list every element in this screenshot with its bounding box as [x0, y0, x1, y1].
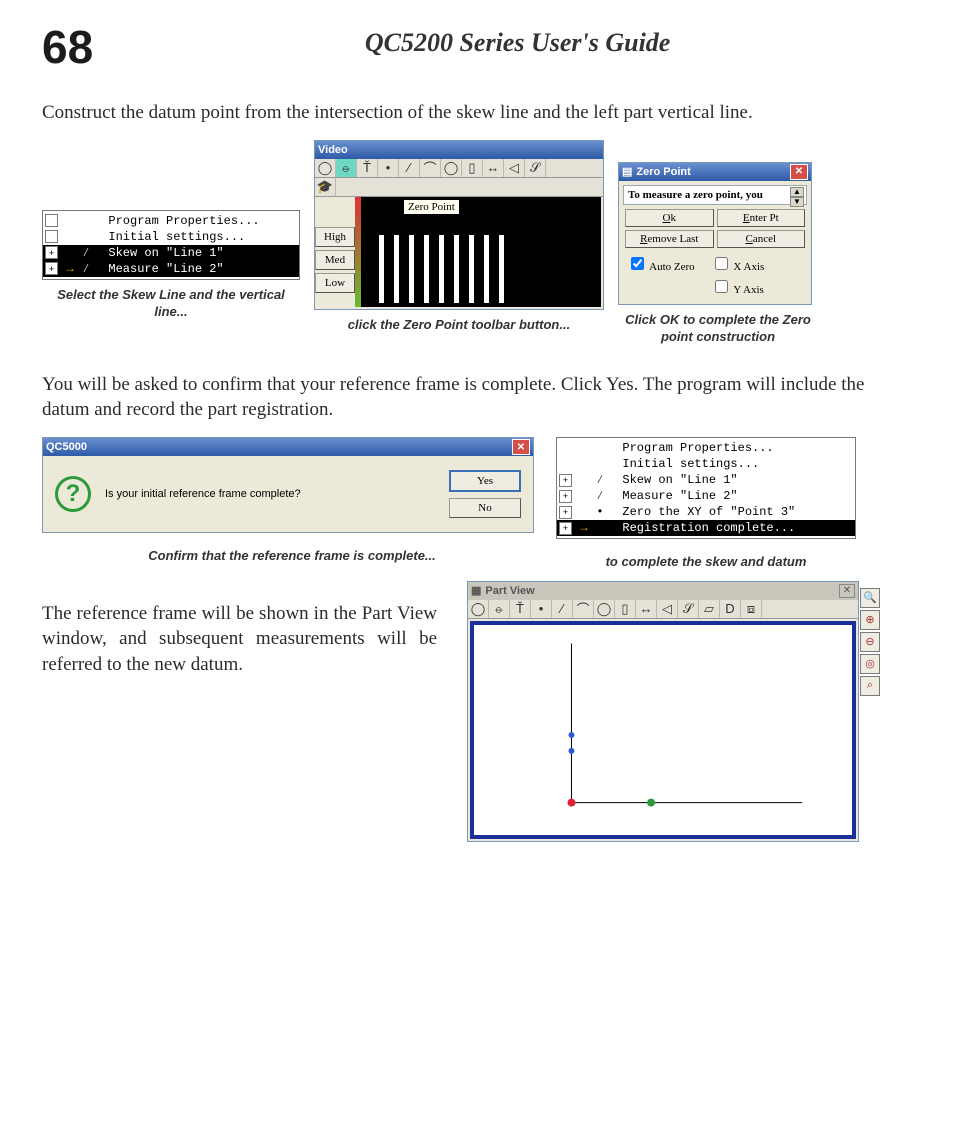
tool-dist-icon[interactable]: ↔	[636, 600, 657, 618]
page-number: 68	[42, 20, 93, 74]
tool-line-icon[interactable]: ∕	[399, 159, 420, 177]
zoom-fit-icon[interactable]: 🔍	[860, 588, 880, 608]
mag-low-button[interactable]: Low	[315, 273, 355, 293]
tree-row[interactable]: Program Properties...	[43, 213, 299, 229]
tool-tee-icon[interactable]: Ť	[510, 600, 531, 618]
tree-row[interactable]: Initial settings...	[557, 456, 855, 472]
ruler-icon	[355, 197, 361, 307]
pv-title: Part View	[485, 585, 534, 597]
tool-line-icon[interactable]: ∕	[552, 600, 573, 618]
spin-down-icon[interactable]: ▼	[790, 197, 804, 207]
caption-5: to complete the skew and datum	[556, 553, 856, 571]
zoom-all-icon[interactable]: ⌕	[860, 676, 880, 696]
program-tree-2[interactable]: Program Properties... Initial settings..…	[556, 437, 856, 539]
tree-row[interactable]: + ∕ Measure "Line 2"	[557, 488, 855, 504]
zp-title: Zero Point	[636, 166, 690, 178]
tool-tee-icon[interactable]: Ť	[357, 159, 378, 177]
tool-point-icon[interactable]: •	[531, 600, 552, 618]
yes-button[interactable]: Yes	[449, 470, 521, 492]
close-icon[interactable]: ✕	[512, 439, 530, 455]
tool-zeropoint-icon[interactable]: ⦵	[336, 159, 357, 177]
caption-1: Select the Skew Line and the vertical li…	[42, 286, 300, 321]
cancel-button[interactable]: Cancel	[717, 230, 806, 248]
video-view[interactable]: High Med Low Zero Point	[355, 197, 601, 307]
mag-high-button[interactable]: High	[315, 227, 355, 247]
close-icon[interactable]: ✕	[790, 164, 808, 180]
tree-row[interactable]: Program Properties...	[557, 440, 855, 456]
grad-cap-icon[interactable]: 🎓	[315, 178, 336, 196]
tool-link-icon[interactable]: 𝒮	[678, 600, 699, 618]
enterpt-button[interactable]: Enter Pt	[717, 209, 806, 227]
zp-hint: To measure a zero point, you ▲▼	[623, 185, 807, 205]
tool-pv-icon[interactable]: ⧈	[741, 600, 762, 618]
tool-d-icon[interactable]: D	[720, 600, 741, 618]
confirm-message: Is your initial reference frame complete…	[105, 488, 301, 500]
zeropoint-dialog: ▤Zero Point ✕ To measure a zero point, y…	[618, 162, 812, 305]
pv-toolbar[interactable]: ◯ ⦵ Ť • ∕ ⌒ ◯ ▯ ↔ ◁ 𝒮 ▱ D ⧈	[468, 600, 858, 619]
paragraph-2: You will be asked to confirm that your r…	[42, 372, 912, 423]
tool-zeropoint-icon[interactable]: ⦵	[489, 600, 510, 618]
tree-row[interactable]: +→∕ Measure "Line 2"	[43, 261, 299, 277]
removelast-button[interactable]: Remove Last	[625, 230, 714, 248]
tree-row[interactable]: Initial settings...	[43, 229, 299, 245]
tool-arc-icon[interactable]: ⌒	[420, 159, 441, 177]
tool-circle-icon[interactable]: ◯	[441, 159, 462, 177]
partview-window: ▦Part View ✕ ◯ ⦵ Ť • ∕ ⌒ ◯ ▯ ↔ ◁ 𝒮 ▱ D ⧈	[467, 581, 859, 842]
question-icon: ?	[55, 476, 91, 512]
autozero-checkbox[interactable]: Auto Zero	[627, 254, 695, 273]
caption-3: Click OK to complete the Zero point cons…	[618, 311, 818, 346]
zoom-sel-icon[interactable]: ◎	[860, 654, 880, 674]
paragraph-1: Construct the datum point from the inter…	[42, 100, 912, 126]
spin-up-icon[interactable]: ▲	[790, 187, 804, 197]
mag-med-button[interactable]: Med	[315, 250, 355, 270]
tool-circle-icon[interactable]: ◯	[594, 600, 615, 618]
program-tree-1[interactable]: Program Properties... Initial settings..…	[42, 210, 300, 280]
ok-button[interactable]: Ok	[625, 209, 714, 227]
tree-row[interactable]: + ∕ Skew on "Line 1"	[43, 245, 299, 261]
tool-link-icon[interactable]: 𝒮	[525, 159, 546, 177]
tool-angle-icon[interactable]: ◁	[504, 159, 525, 177]
video-title: Video	[318, 144, 348, 156]
measure-toolbar[interactable]: ◯ ⦵ Ť • ∕ ⌒ ◯ ▯ ↔ ◁ 𝒮	[315, 159, 603, 178]
video-window: Video ◯ ⦵ Ť • ∕ ⌒ ◯ ▯ ↔ ◁ 𝒮 🎓	[314, 140, 604, 310]
tool-angle-icon[interactable]: ◁	[657, 600, 678, 618]
yaxis-checkbox[interactable]: Y Axis	[711, 277, 803, 302]
confirm-dialog: QC5000 ✕ ? Is your initial reference fra…	[42, 437, 534, 533]
no-button[interactable]: No	[449, 498, 521, 518]
tool-dim-icon[interactable]: ▱	[699, 600, 720, 618]
tool-dist-icon[interactable]: ↔	[483, 159, 504, 177]
tool-oval-icon[interactable]: ◯	[315, 159, 336, 177]
tool-slot-icon[interactable]: ▯	[615, 600, 636, 618]
confirm-title: QC5000	[46, 441, 87, 453]
tool-slot-icon[interactable]: ▯	[462, 159, 483, 177]
close-icon[interactable]: ✕	[839, 584, 855, 598]
zeropoint-tooltip: Zero Point	[403, 199, 460, 215]
tool-arc-icon[interactable]: ⌒	[573, 600, 594, 618]
zoom-out-icon[interactable]: ⊖	[860, 632, 880, 652]
tree-row[interactable]: + • Zero the XY of "Point 3"	[557, 504, 855, 520]
caption-4: Confirm that the reference frame is comp…	[42, 547, 542, 565]
tool-oval-icon[interactable]: ◯	[468, 600, 489, 618]
zoom-in-icon[interactable]: ⊕	[860, 610, 880, 630]
doc-title: QC5200 Series User's Guide	[123, 28, 912, 58]
tree-row[interactable]: +→ Registration complete...	[557, 520, 855, 536]
tool-point-icon[interactable]: •	[378, 159, 399, 177]
xaxis-checkbox[interactable]: X Axis	[711, 254, 765, 273]
caption-2: click the Zero Point toolbar button...	[314, 316, 604, 334]
tree-row[interactable]: + ∕ Skew on "Line 1"	[557, 472, 855, 488]
paragraph-3: The reference frame will be shown in the…	[42, 601, 437, 678]
partview-canvas[interactable]	[470, 621, 856, 839]
